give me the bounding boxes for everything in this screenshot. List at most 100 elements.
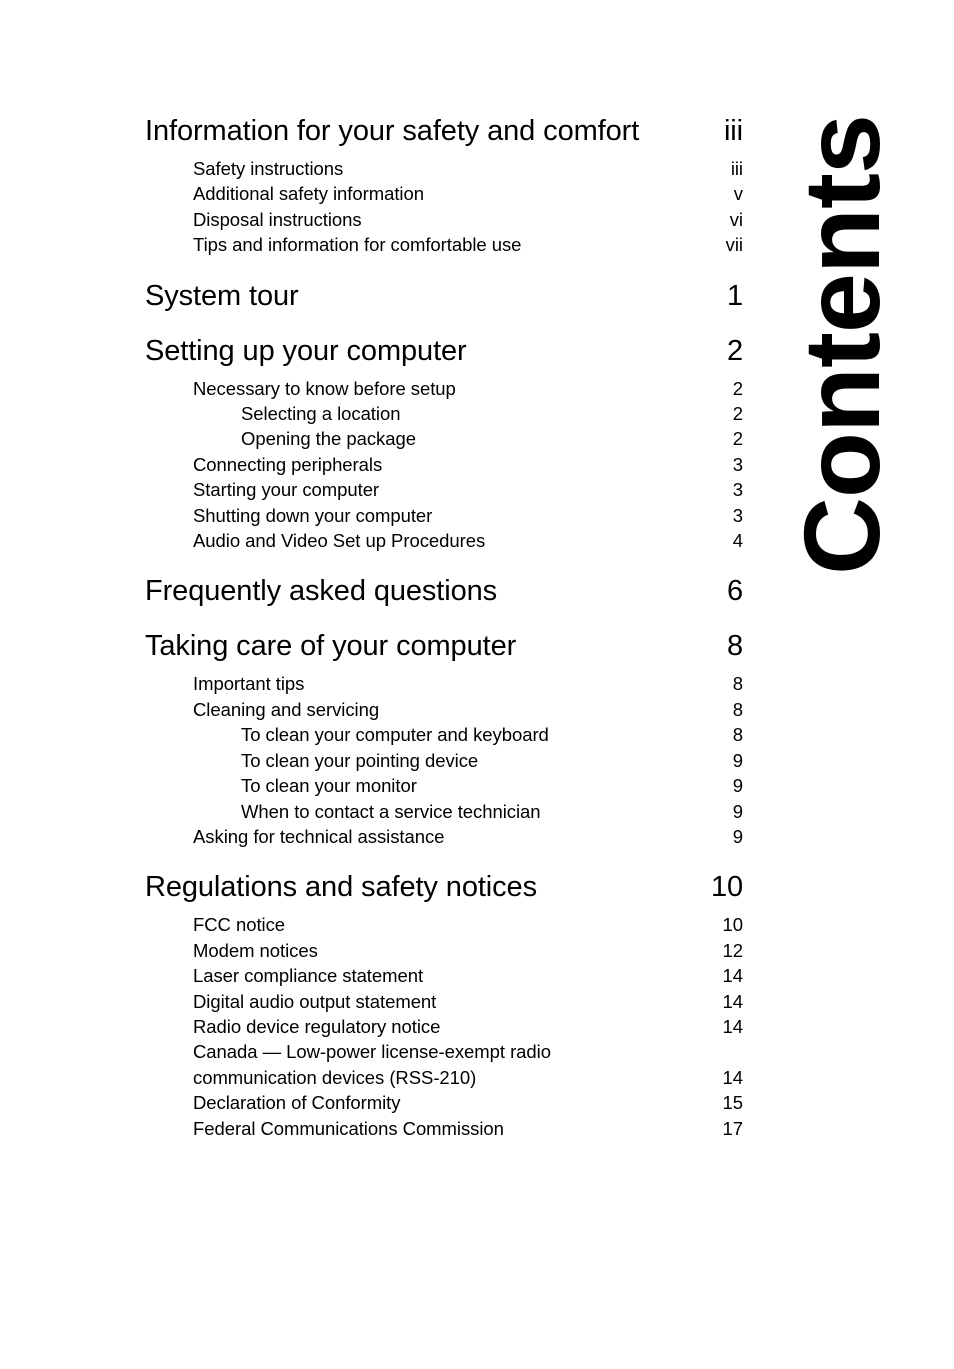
toc-entry-row[interactable]: FCC notice 10 — [145, 912, 743, 937]
toc-entry-row[interactable]: To clean your monitor 9 — [145, 773, 743, 798]
toc-entry-label-line1: Canada — Low-power license-exempt radio — [193, 1041, 551, 1063]
toc-entry-page-number: iii — [730, 158, 743, 179]
toc-chapter-row[interactable]: Setting up your computer 2 — [145, 334, 743, 368]
toc-entry-group: Necessary to know before setup 2 Selecting… — [145, 376, 743, 554]
toc-entry-label: Modem notices — [193, 939, 318, 961]
toc-entry-page-number: 10 — [722, 914, 744, 936]
toc-chapter-row[interactable]: Information for your safety and comfort i… — [145, 114, 743, 148]
toc-entry-label: Opening the package — [241, 428, 416, 450]
table-of-contents: Information for your safety and comfort i… — [145, 114, 743, 1141]
toc-entry-row[interactable]: Safety instructions iii — [145, 156, 743, 181]
toc-chapter-page-number: 2 — [726, 334, 743, 367]
toc-entry-label: Digital audio output statement — [193, 990, 437, 1012]
toc-chapter-row[interactable]: Frequently asked questions 6 — [145, 574, 743, 608]
toc-entry-row[interactable]: To clean your pointing device 9 — [145, 748, 743, 773]
toc-entry-row[interactable]: Opening the package 2 — [145, 426, 743, 451]
toc-entry-label: To clean your monitor — [241, 775, 417, 797]
toc-entry-row[interactable]: To clean your computer and keyboard 8 — [145, 722, 743, 747]
toc-entry-group: FCC notice 10 Modem notices 12 Laser complia… — [145, 912, 743, 1141]
toc-entry-row[interactable]: Canada — Low-power license-exempt radio c… — [145, 1039, 743, 1090]
toc-section: Regulations and safety notices 10 FCC noti… — [145, 870, 743, 1141]
toc-entry-page-number: 2 — [732, 428, 743, 450]
toc-entry-label: Starting your computer — [193, 479, 380, 501]
toc-chapter-title: Taking care of your computer — [145, 630, 517, 663]
toc-entry-page-number: 4 — [732, 530, 743, 552]
toc-entry-page-number: 9 — [732, 825, 743, 847]
toc-entry-group: Important tips 8 Cleaning and servicing 8 To… — [145, 671, 743, 849]
toc-entry-page-number: 15 — [722, 1092, 744, 1114]
toc-entry-row[interactable]: Audio and Video Set up Procedures 4 — [145, 528, 743, 553]
toc-chapter-title: Setting up your computer — [145, 334, 467, 367]
toc-entry-page-number: 2 — [732, 377, 743, 399]
toc-entry-row[interactable]: When to contact a service technician 9 — [145, 799, 743, 824]
toc-entry-label: When to contact a service technician — [241, 800, 541, 822]
toc-entry-label: Selecting a location — [241, 403, 401, 425]
toc-entry-row[interactable]: Tips and information for comfortable use… — [145, 232, 743, 257]
document-page: Contents Information for your safety and… — [0, 0, 954, 1369]
toc-entry-page-number: 3 — [732, 504, 743, 526]
toc-entry-label: Important tips — [193, 673, 305, 695]
toc-chapter-page-number: 1 — [726, 279, 743, 312]
toc-entry-label: Federal Communications Commission — [193, 1117, 504, 1139]
toc-entry-page-number: 9 — [732, 775, 743, 797]
toc-chapter-title: Frequently asked questions — [145, 575, 498, 608]
toc-entry-label: Asking for technical assistance — [193, 825, 445, 847]
toc-chapter-row[interactable]: Taking care of your computer 8 — [145, 629, 743, 663]
toc-entry-page-number: 9 — [732, 800, 743, 822]
toc-chapter-page-number: 6 — [726, 575, 743, 608]
toc-entry-label: Laser compliance statement — [193, 965, 424, 987]
toc-entry-row[interactable]: Laser compliance statement 14 — [145, 963, 743, 988]
contents-banner: Contents — [742, 110, 942, 580]
toc-entry-row[interactable]: Digital audio output statement 14 — [145, 989, 743, 1014]
toc-section: Setting up your computer 2 Necessary to kn… — [145, 334, 743, 554]
toc-entry-page-number: 12 — [722, 939, 744, 961]
toc-entry-label: Tips and information for comfortable use — [193, 234, 522, 256]
toc-section: Frequently asked questions 6 — [145, 574, 743, 608]
toc-entry-row[interactable]: Radio device regulatory notice 14 — [145, 1014, 743, 1039]
toc-entry-row[interactable]: Modem notices 12 — [145, 938, 743, 963]
toc-entry-row[interactable]: Cleaning and servicing 8 — [145, 697, 743, 722]
toc-entry-page-number: 14 — [722, 965, 744, 987]
toc-section: System tour 1 — [145, 279, 743, 313]
toc-entry-row[interactable]: Disposal instructions vi — [145, 207, 743, 232]
toc-entry-page-number: v — [733, 183, 743, 205]
toc-entry-page-number: vi — [729, 208, 743, 230]
toc-entry-page-number: 3 — [732, 479, 743, 501]
toc-entry-label: To clean your pointing device — [241, 749, 479, 771]
toc-entry-row[interactable]: Selecting a location 2 — [145, 401, 743, 426]
toc-section: Taking care of your computer 8 Important t… — [145, 629, 743, 849]
toc-entry-label: Declaration of Conformity — [193, 1092, 401, 1114]
toc-entry-label: Safety instructions — [193, 158, 344, 179]
toc-chapter-page-number: iii — [723, 115, 743, 147]
toc-chapter-page-number: 8 — [726, 630, 743, 663]
toc-entry-page-number: 3 — [732, 453, 743, 475]
toc-entry-label: Radio device regulatory notice — [193, 1015, 441, 1037]
toc-entry-row[interactable]: Starting your computer 3 — [145, 477, 743, 502]
toc-entry-row[interactable]: Federal Communications Commission 17 — [145, 1116, 743, 1141]
toc-entry-label: Necessary to know before setup — [193, 377, 456, 399]
toc-entry-row[interactable]: Necessary to know before setup 2 — [145, 376, 743, 401]
toc-entry-page-number: 14 — [722, 990, 744, 1012]
toc-entry-row[interactable]: Asking for technical assistance 9 — [145, 824, 743, 849]
toc-entry-page-number: 9 — [732, 749, 743, 771]
toc-chapter-title: Regulations and safety notices — [145, 871, 537, 904]
toc-chapter-title: Information for your safety and comfort — [145, 115, 640, 147]
toc-entry-group: Safety instructions iii Additional safety … — [145, 156, 743, 258]
toc-entry-row[interactable]: Shutting down your computer 3 — [145, 503, 743, 528]
toc-section: Information for your safety and comfort i… — [145, 114, 743, 258]
toc-entry-label-line2: communication devices (RSS-210) — [193, 1066, 477, 1088]
toc-entry-page-number: 17 — [722, 1117, 744, 1139]
toc-chapter-row[interactable]: Regulations and safety notices 10 — [145, 870, 743, 904]
toc-entry-row[interactable]: Additional safety information v — [145, 181, 743, 206]
toc-entry-label: FCC notice — [193, 914, 286, 936]
toc-entry-row[interactable]: Declaration of Conformity 15 — [145, 1090, 743, 1115]
toc-chapter-row[interactable]: System tour 1 — [145, 279, 743, 313]
toc-entry-page-number: 14 — [722, 1066, 744, 1088]
toc-entry-label: Additional safety information — [193, 183, 424, 205]
toc-entry-row[interactable]: Connecting peripherals 3 — [145, 452, 743, 477]
toc-entry-page-number: 8 — [732, 724, 743, 746]
toc-entry-label: Cleaning and servicing — [193, 698, 380, 720]
toc-entry-row[interactable]: Important tips 8 — [145, 671, 743, 696]
toc-entry-page-number: 2 — [732, 403, 743, 425]
toc-entry-label: Audio and Video Set up Procedures — [193, 530, 486, 552]
